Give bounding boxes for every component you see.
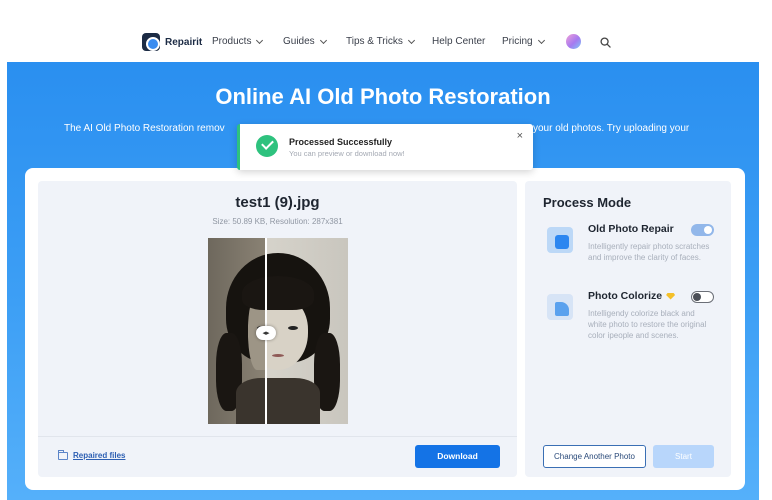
chevron-down-icon <box>407 36 415 44</box>
brand[interactable]: Repairit <box>142 33 202 51</box>
hero-subtitle-right: your old photos. Try uploading your <box>533 123 690 134</box>
toast-title: Processed Successfully <box>289 137 393 147</box>
nav-products[interactable]: Products <box>212 36 264 47</box>
download-button[interactable]: Download <box>415 445 500 468</box>
top-navigation: Repairit Products Guides Tips & Tricks H… <box>0 0 772 62</box>
nav-guides-label: Guides <box>283 36 315 47</box>
file-name: test1 (9).jpg <box>235 194 320 211</box>
mode-name-label: Old Photo Repair <box>588 223 674 235</box>
avatar[interactable] <box>566 34 581 49</box>
start-button[interactable]: Start <box>653 445 714 468</box>
nav-help-center[interactable]: Help Center <box>432 36 485 47</box>
preview-footer: Repaired files Download <box>38 436 517 477</box>
check-icon <box>256 135 278 157</box>
page-title: Online AI Old Photo Restoration <box>215 84 551 109</box>
photo-eye-right <box>288 326 298 330</box>
restoration-card: test1 (9).jpg Size: 50.89 KB, Resolution… <box>25 168 745 490</box>
compare-slider-handle-icon[interactable]: ◂▸ <box>256 326 276 340</box>
photo-bangs <box>242 276 314 310</box>
search-icon[interactable] <box>600 37 611 48</box>
file-meta: Size: 50.89 KB, Resolution: 287x381 <box>212 217 343 226</box>
preview-panel: test1 (9).jpg Size: 50.89 KB, Resolution… <box>38 181 517 477</box>
photo-colorize-icon <box>547 294 573 320</box>
repaired-files-label: Repaired files <box>73 451 126 460</box>
repairit-logo-icon <box>142 33 160 51</box>
nav-tips-tricks[interactable]: Tips & Tricks <box>346 36 415 47</box>
gem-icon <box>666 292 676 300</box>
photo-shirt <box>236 378 320 424</box>
chevron-down-icon <box>256 36 264 44</box>
mode-name-label: Photo Colorize <box>588 290 663 302</box>
mode-name: Old Photo Repair <box>588 223 674 235</box>
nav-products-label: Products <box>212 36 252 47</box>
process-mode-title: Process Mode <box>543 195 632 210</box>
nav-pricing-label: Pricing <box>502 36 533 47</box>
process-mode-panel: Process Mode Old Photo Repair Intelligen… <box>525 181 731 477</box>
close-icon[interactable]: × <box>517 130 523 142</box>
chevron-down-icon <box>537 36 545 44</box>
photo-comparison-preview[interactable]: ◂▸ <box>208 238 348 424</box>
folder-icon <box>58 449 68 460</box>
photo-repair-icon <box>547 227 573 253</box>
mode-description: Intelligendy colorize black and white ph… <box>588 309 707 340</box>
nav-help-label: Help Center <box>432 36 486 47</box>
success-toast: Processed Successfully You can preview o… <box>237 124 533 170</box>
change-another-photo-button[interactable]: Change Another Photo <box>543 445 646 468</box>
nav-guides[interactable]: Guides <box>283 36 327 47</box>
old-photo-repair-toggle[interactable] <box>691 224 714 236</box>
mode-description: Intelligently repair photo scratches and… <box>588 242 710 262</box>
brand-name: Repairit <box>165 36 203 48</box>
mode-name: Photo Colorize <box>588 290 676 302</box>
nav-tips-label: Tips & Tricks <box>346 36 403 47</box>
toast-message: You can preview or download now! <box>289 149 405 158</box>
chevron-down-icon <box>319 36 327 44</box>
photo-mouth <box>272 354 284 357</box>
hero-subtitle-left: The AI Old Photo Restoration remov <box>64 123 225 134</box>
nav-pricing[interactable]: Pricing <box>502 36 545 47</box>
repaired-files-link[interactable]: Repaired files <box>58 449 126 460</box>
photo-colorize-toggle[interactable] <box>691 291 714 303</box>
